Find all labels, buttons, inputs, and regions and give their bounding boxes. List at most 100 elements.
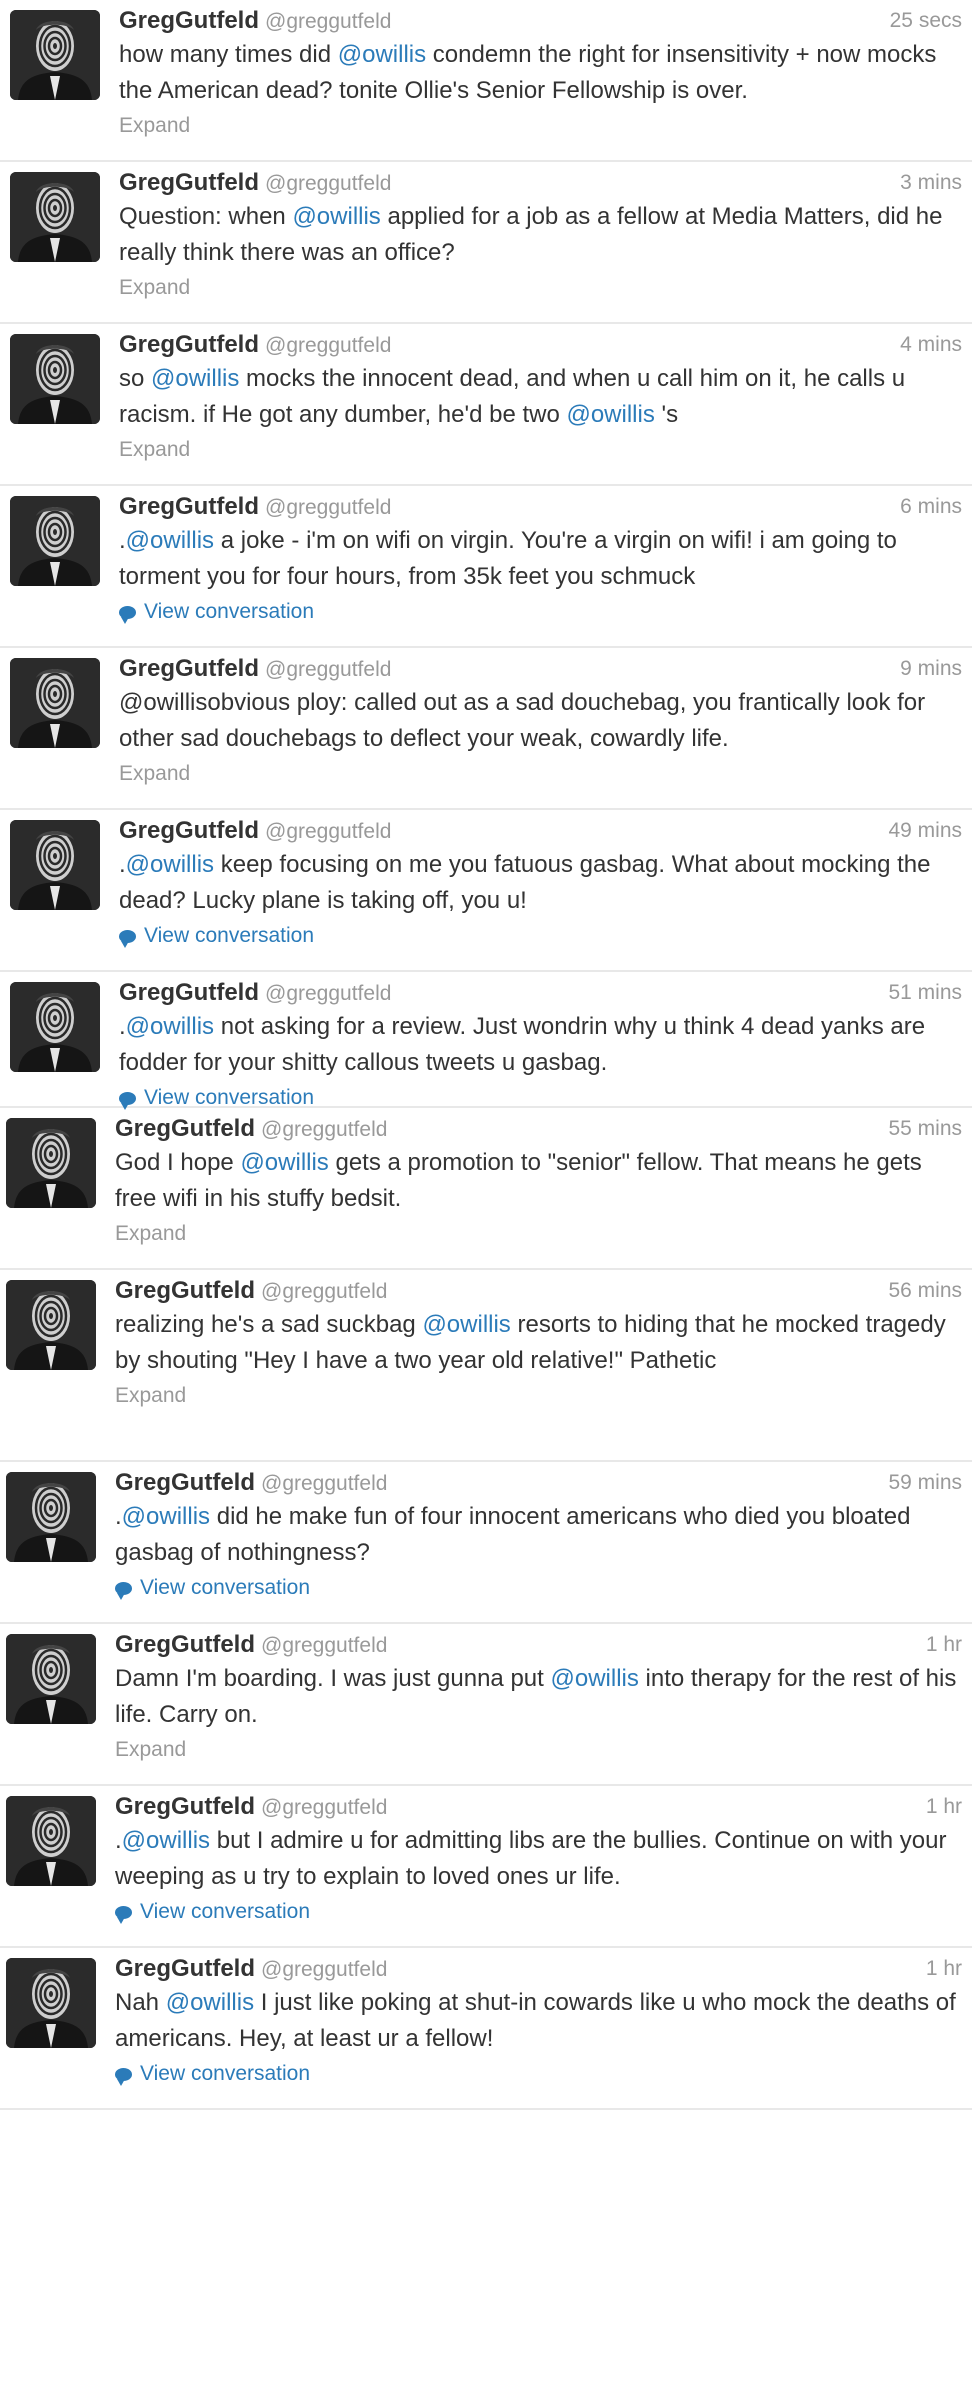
- tweet-item[interactable]: GregGutfeld @greggutfeld 59 mins .@owillis …: [0, 1462, 972, 1624]
- view-conversation-link[interactable]: View conversation: [115, 2057, 310, 2090]
- avatar[interactable]: [10, 334, 100, 424]
- tweet-item[interactable]: GregGutfeld @greggutfeld 25 secs how many t…: [0, 0, 972, 162]
- tweet-text: .@owillis a joke - i'm on wifi on virgin…: [119, 523, 962, 595]
- avatar[interactable]: [10, 658, 100, 748]
- author-name[interactable]: GregGutfeld: [119, 7, 259, 34]
- expand-link[interactable]: Expand: [119, 757, 190, 790]
- mention-link[interactable]: @owillis: [240, 1149, 328, 1176]
- mention-link[interactable]: @owillis: [122, 1827, 210, 1854]
- avatar[interactable]: [6, 1280, 96, 1370]
- tweet-item[interactable]: GregGutfeld @greggutfeld 9 mins @owillisobv…: [0, 648, 972, 810]
- mention-link[interactable]: @owillis: [126, 527, 214, 554]
- view-conversation-link[interactable]: View conversation: [119, 595, 314, 628]
- author-name[interactable]: GregGutfeld: [115, 1793, 255, 1820]
- expand-link[interactable]: Expand: [115, 1217, 186, 1250]
- tweet-timestamp[interactable]: 55 mins: [888, 1112, 962, 1145]
- tweet-item[interactable]: GregGutfeld @greggutfeld 1 hr Damn I'm boar…: [0, 1624, 972, 1786]
- tweet-content: GregGutfeld @greggutfeld 1 hr Damn I'm boar…: [115, 1628, 962, 1766]
- action-label: View conversation: [144, 600, 315, 623]
- tweet-timestamp[interactable]: 59 mins: [888, 1466, 962, 1499]
- author-name[interactable]: GregGutfeld: [115, 1955, 255, 1982]
- tweet-timestamp[interactable]: 1 hr: [926, 1790, 962, 1823]
- tweet-timestamp[interactable]: 51 mins: [888, 976, 962, 1009]
- tweet-item[interactable]: GregGutfeld @greggutfeld 6 mins .@owillis a…: [0, 486, 972, 648]
- tweet-header: GregGutfeld @greggutfeld 1 hr: [115, 1790, 962, 1823]
- view-conversation-link[interactable]: View conversation: [115, 1895, 310, 1928]
- tweet-item[interactable]: GregGutfeld @greggutfeld 55 mins God I hope…: [0, 1108, 972, 1270]
- avatar[interactable]: [10, 172, 100, 262]
- tweet-header: GregGutfeld @greggutfeld 9 mins: [119, 652, 962, 685]
- tweet-timestamp[interactable]: 6 mins: [900, 490, 962, 523]
- tweet-timestamp[interactable]: 1 hr: [926, 1952, 962, 1985]
- avatar[interactable]: [10, 10, 100, 100]
- tweet-timestamp[interactable]: 49 mins: [888, 814, 962, 847]
- author-name[interactable]: GregGutfeld: [115, 1631, 255, 1658]
- mention-link[interactable]: @owillis: [126, 851, 214, 878]
- tweet-text: Damn I'm boarding. I was just gunna put …: [115, 1661, 962, 1733]
- author-name[interactable]: GregGutfeld: [115, 1115, 255, 1142]
- mention-link[interactable]: @owillis: [151, 365, 239, 392]
- mention-link[interactable]: @owillis: [422, 1311, 510, 1338]
- mention-link[interactable]: @owillis: [126, 1013, 214, 1040]
- avatar[interactable]: [10, 982, 100, 1072]
- tweet-item[interactable]: GregGutfeld @greggutfeld 56 mins realizing …: [0, 1270, 972, 1462]
- text-segment: .: [115, 1827, 122, 1854]
- tweet-timestamp[interactable]: 56 mins: [888, 1274, 962, 1307]
- author-name[interactable]: GregGutfeld: [115, 1469, 255, 1496]
- author-name[interactable]: GregGutfeld: [119, 655, 259, 682]
- author-name[interactable]: GregGutfeld: [119, 979, 259, 1006]
- mention-link[interactable]: @owillis: [166, 1989, 254, 2016]
- tweet-item[interactable]: GregGutfeld @greggutfeld 51 mins .@owillis …: [0, 972, 972, 1110]
- author-name[interactable]: GregGutfeld: [119, 331, 259, 358]
- tweet-content: GregGutfeld @greggutfeld 6 mins .@owillis a…: [119, 490, 962, 628]
- avatar[interactable]: [6, 1796, 96, 1886]
- expand-link[interactable]: Expand: [119, 433, 190, 466]
- tweet-header: GregGutfeld @greggutfeld 49 mins: [119, 814, 962, 847]
- expand-link[interactable]: Expand: [115, 1379, 186, 1412]
- text-segment: so: [119, 365, 152, 392]
- text-segment: .: [119, 1013, 126, 1040]
- tweet-timestamp[interactable]: 3 mins: [900, 166, 962, 199]
- action-label: View conversation: [140, 2062, 311, 2085]
- view-conversation-link[interactable]: View conversation: [115, 1571, 310, 1604]
- avatar[interactable]: [6, 1472, 96, 1562]
- tweet-content: GregGutfeld @greggutfeld 3 mins Question: w…: [119, 166, 962, 304]
- text-segment: but I admire u for admitting libs are th…: [115, 1827, 947, 1890]
- avatar[interactable]: [10, 820, 100, 910]
- author-name[interactable]: GregGutfeld: [119, 493, 259, 520]
- tweet-item[interactable]: GregGutfeld @greggutfeld 49 mins .@owillis …: [0, 810, 972, 972]
- author-name[interactable]: GregGutfeld: [119, 817, 259, 844]
- mention-link[interactable]: @owillis: [566, 401, 654, 428]
- avatar[interactable]: [6, 1958, 96, 2048]
- tweet-timestamp[interactable]: 9 mins: [900, 652, 962, 685]
- tweet-header: GregGutfeld @greggutfeld 51 mins: [119, 976, 962, 1009]
- tweet-timestamp[interactable]: 1 hr: [926, 1628, 962, 1661]
- expand-link[interactable]: Expand: [119, 271, 190, 304]
- tweet-header: GregGutfeld @greggutfeld 55 mins: [115, 1112, 962, 1145]
- avatar[interactable]: [10, 496, 100, 586]
- expand-link[interactable]: Expand: [119, 109, 190, 142]
- action-label: View conversation: [144, 924, 315, 947]
- tweet-item[interactable]: GregGutfeld @greggutfeld 3 mins Question: w…: [0, 162, 972, 324]
- mention-link[interactable]: @owillis: [292, 203, 380, 230]
- tweet-content: GregGutfeld @greggutfeld 55 mins God I hope…: [115, 1112, 962, 1250]
- tweet-timestamp[interactable]: 4 mins: [900, 328, 962, 361]
- tweet-header: GregGutfeld @greggutfeld 56 mins: [115, 1274, 962, 1307]
- mention-link[interactable]: @owillis: [550, 1665, 638, 1692]
- text-segment: Question: when: [119, 203, 293, 230]
- tweet-item[interactable]: GregGutfeld @greggutfeld 1 hr .@owillis but…: [0, 1786, 972, 1948]
- tweet-item[interactable]: GregGutfeld @greggutfeld 1 hr Nah @owillis …: [0, 1948, 972, 2110]
- tweet-timestamp[interactable]: 25 secs: [890, 4, 962, 37]
- speech-bubble-icon: [119, 606, 136, 624]
- avatar[interactable]: [6, 1118, 96, 1208]
- mention-link[interactable]: @owillis: [338, 41, 426, 68]
- action-label: Expand: [119, 276, 191, 299]
- tweet-item[interactable]: GregGutfeld @greggutfeld 4 mins so @owillis…: [0, 324, 972, 486]
- view-conversation-link[interactable]: View conversation: [119, 919, 314, 952]
- author-handle: @greggutfeld: [265, 172, 392, 195]
- mention-link[interactable]: @owillis: [122, 1503, 210, 1530]
- expand-link[interactable]: Expand: [115, 1733, 186, 1766]
- author-name[interactable]: GregGutfeld: [119, 169, 259, 196]
- avatar[interactable]: [6, 1634, 96, 1724]
- author-name[interactable]: GregGutfeld: [115, 1277, 255, 1304]
